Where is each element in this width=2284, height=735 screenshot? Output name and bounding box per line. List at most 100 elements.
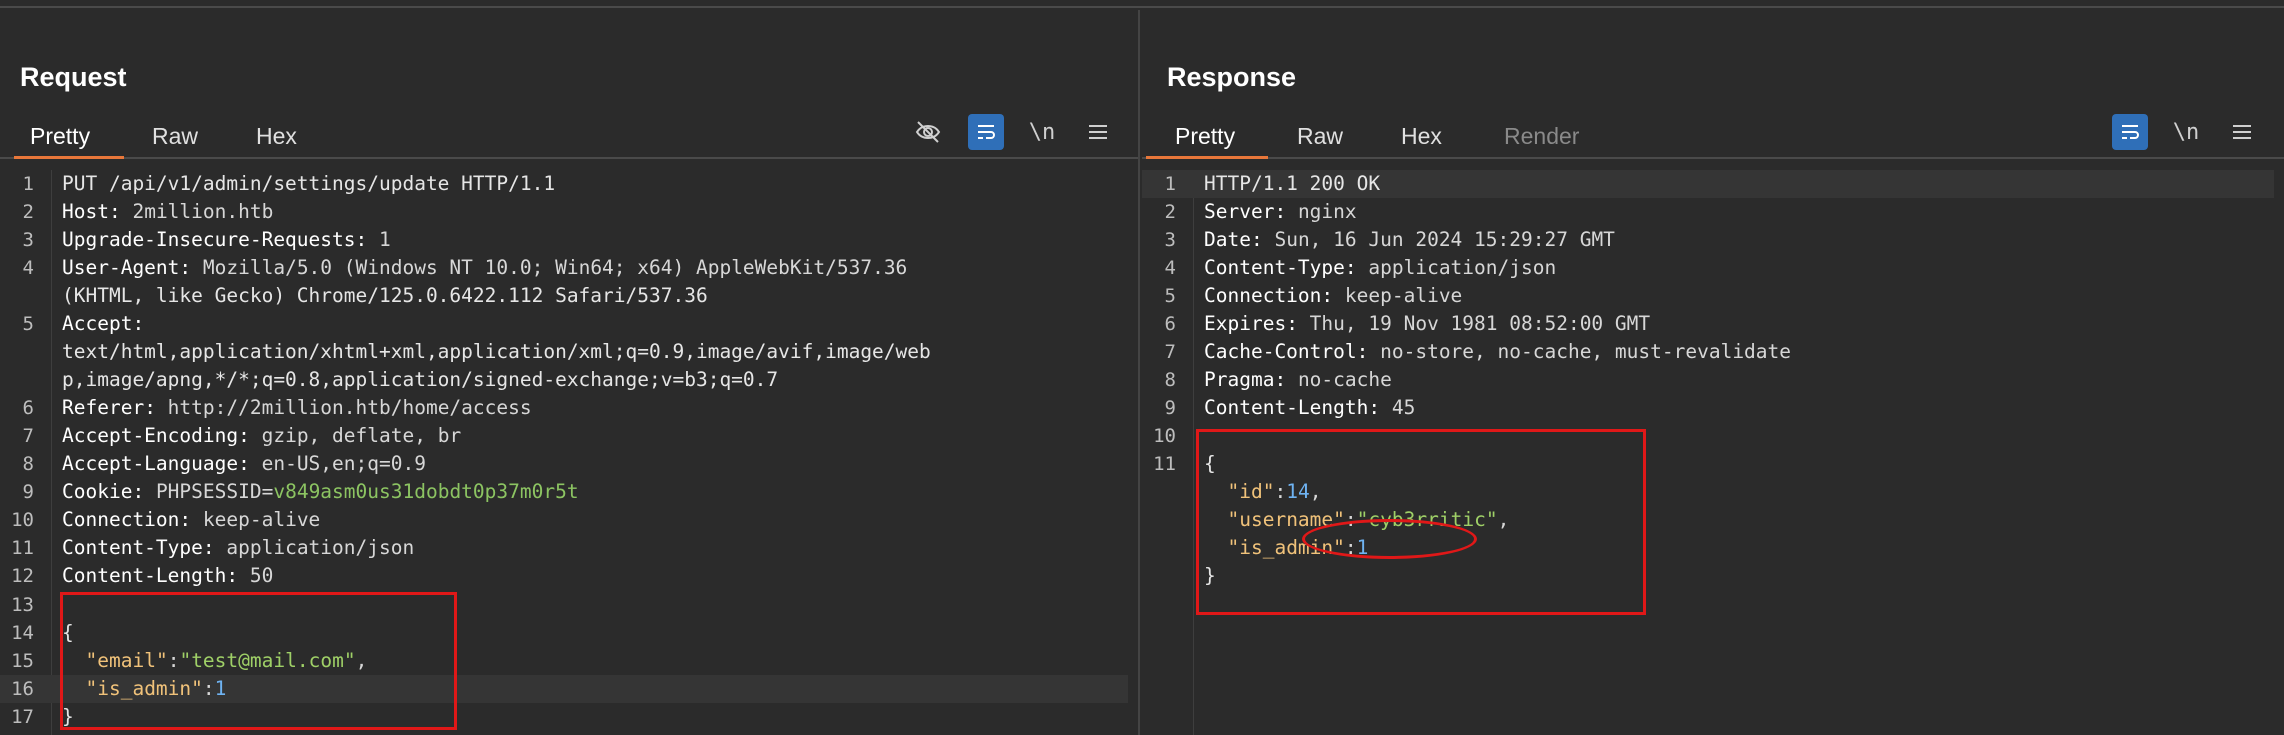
line-number: 8 [22, 453, 34, 476]
line-number: 11 [1153, 453, 1176, 476]
header-value: Mozilla/5.0 (Windows NT 10.0; Win64; x64… [191, 256, 908, 280]
header-value: en-US,en;q=0.9 [249, 452, 426, 476]
header-name: Cookie [62, 480, 133, 504]
newline-toggle[interactable]: \n [1024, 114, 1060, 150]
wrap-icon[interactable] [968, 114, 1004, 150]
header-name: Content-Length [62, 564, 227, 588]
line-number: 2 [1164, 201, 1176, 223]
line-text: Content-Type: application/json [62, 536, 414, 559]
header-value: nginx [1286, 200, 1357, 223]
active-tab-underline [14, 156, 124, 159]
line-text: Accept-Language: en-US,en;q=0.9 [62, 452, 426, 475]
line-text: Server: nginx [1204, 200, 1357, 223]
header-colon: : [1274, 368, 1287, 392]
line-number: 3 [22, 229, 34, 252]
header-name: Connection [1204, 284, 1322, 308]
tab-pretty[interactable]: Pretty [30, 123, 90, 158]
wrap-icon[interactable] [2112, 114, 2148, 150]
line-text: Cache-Control: no-store, no-cache, must-… [1204, 340, 1791, 363]
tab-hex[interactable]: Hex [256, 123, 297, 158]
header-colon: : [179, 256, 192, 280]
header-value: application/json [214, 536, 415, 560]
code-line: (KHTML, like Gecko) Chrome/125.0.6422.11… [0, 282, 1128, 310]
tab-hex[interactable]: Hex [1401, 123, 1442, 158]
header-colon: : [144, 396, 156, 420]
code-line: 10 Connection: keep-alive [0, 506, 1128, 534]
header-colon: : [1321, 284, 1334, 308]
line-text: User-Agent: Mozilla/5.0 (Windows NT 10.0… [62, 256, 907, 279]
tab-pretty[interactable]: Pretty [1175, 123, 1235, 158]
code-line: 1 PUT /api/v1/admin/settings/update HTTP/… [0, 170, 1128, 198]
header-name: Accept [62, 312, 133, 336]
header-name: Expires [1204, 312, 1287, 336]
header-value: keep-alive [191, 508, 321, 532]
header-colon: : [108, 200, 121, 223]
line-number: 9 [22, 481, 34, 504]
code-line: 2 Server: nginx [1142, 198, 2274, 226]
line-text: Content-Length: 50 [62, 564, 273, 587]
line-text: Connection: keep-alive [1204, 284, 1462, 307]
line-number: 17 [11, 705, 34, 728]
code-line: 5 Accept: [0, 310, 1128, 338]
active-tab-underline [1146, 156, 1268, 159]
header-name: Accept-Language [62, 452, 239, 476]
header-colon: : [179, 508, 192, 532]
header-colon: : [1356, 340, 1369, 364]
header-name: User-Agent [62, 256, 180, 280]
header-colon: : [238, 424, 250, 448]
line-text: Content-Length: 45 [1204, 396, 1415, 419]
header-name: Upgrade-Insecure-Requests [62, 228, 356, 252]
line-number: 12 [11, 565, 34, 588]
line-text: text/html,application/xhtml+xml,applicat… [62, 340, 931, 364]
line-text: Accept-Encoding: gzip, deflate, br [62, 424, 461, 447]
line-number: 2 [22, 201, 34, 223]
tab-render[interactable]: Render [1504, 123, 1579, 158]
line-number: 9 [1164, 397, 1176, 420]
line-text: Upgrade-Insecure-Requests: 1 [62, 228, 391, 251]
tab-raw[interactable]: Raw [152, 123, 198, 158]
response-pane: Response Pretty Raw Hex Render \n 1 HTTP/… [1142, 10, 2284, 735]
code-line: 1 HTTP/1.1 200 OK [1142, 170, 2274, 198]
line-text: Content-Type: application/json [1204, 256, 1556, 279]
response-title: Response [1167, 62, 1297, 92]
header-value: keep-alive [1333, 284, 1463, 308]
header-value: 2million.htb [120, 200, 274, 223]
code-line: 2 Host: 2million.htb [0, 198, 1128, 226]
eye-off-icon[interactable] [910, 114, 946, 150]
code-line: 11 Content-Type: application/json [0, 534, 1128, 562]
menu-icon[interactable] [1080, 114, 1116, 150]
line-text: HTTP/1.1 200 OK [1204, 172, 1381, 195]
line-number: 14 [11, 621, 34, 644]
menu-icon[interactable] [2224, 114, 2260, 150]
line-text: (KHTML, like Gecko) Chrome/125.0.6422.11… [62, 284, 708, 308]
header-value: PHPSESSID= [144, 480, 274, 504]
line-number: 1 [1164, 173, 1176, 195]
code-line: 4 User-Agent: Mozilla/5.0 (Windows NT 10.… [0, 254, 1128, 282]
header-colon: : [226, 564, 239, 588]
header-name: Pragma [1204, 368, 1275, 392]
line-number: 15 [11, 649, 34, 672]
line-text: Date: Sun, 16 Jun 2024 15:29:27 GMT [1204, 228, 1615, 251]
header-colon: : [1250, 228, 1263, 252]
line-number: 10 [11, 509, 34, 532]
header-value: no-store, no-cache, must-revalidate [1368, 340, 1792, 364]
line-text: Connection: keep-alive [62, 508, 320, 531]
line-number: 3 [1164, 229, 1176, 252]
line-number: 13 [11, 593, 34, 616]
annotation-ellipse [1302, 519, 1477, 559]
code-line: 7 Accept-Encoding: gzip, deflate, br [0, 422, 1128, 450]
line-text: p,image/apng,*/*;q=0.8,application/signe… [62, 368, 779, 392]
header-value: gzip, deflate, br [249, 424, 462, 448]
header-colon: : [202, 536, 215, 560]
header-value: application/json [1356, 256, 1557, 280]
header-name: Connection [62, 508, 180, 532]
newline-toggle[interactable]: \n [2168, 114, 2204, 150]
code-line: 4 Content-Type: application/json [1142, 254, 2274, 282]
tab-raw[interactable]: Raw [1297, 123, 1343, 158]
code-line: 12 Content-Length: 50 [0, 562, 1128, 590]
cookie-value: v849asm0us31dobdt0p37m0r5t [273, 480, 579, 504]
request-pane: Request Pretty Raw Hex \n 1 PUT /api/v1/a… [0, 10, 1140, 735]
code-line: 7 Cache-Control: no-store, no-cache, must… [1142, 338, 2274, 366]
line-text: Accept: [62, 312, 144, 335]
line-number: 16 [11, 677, 34, 700]
